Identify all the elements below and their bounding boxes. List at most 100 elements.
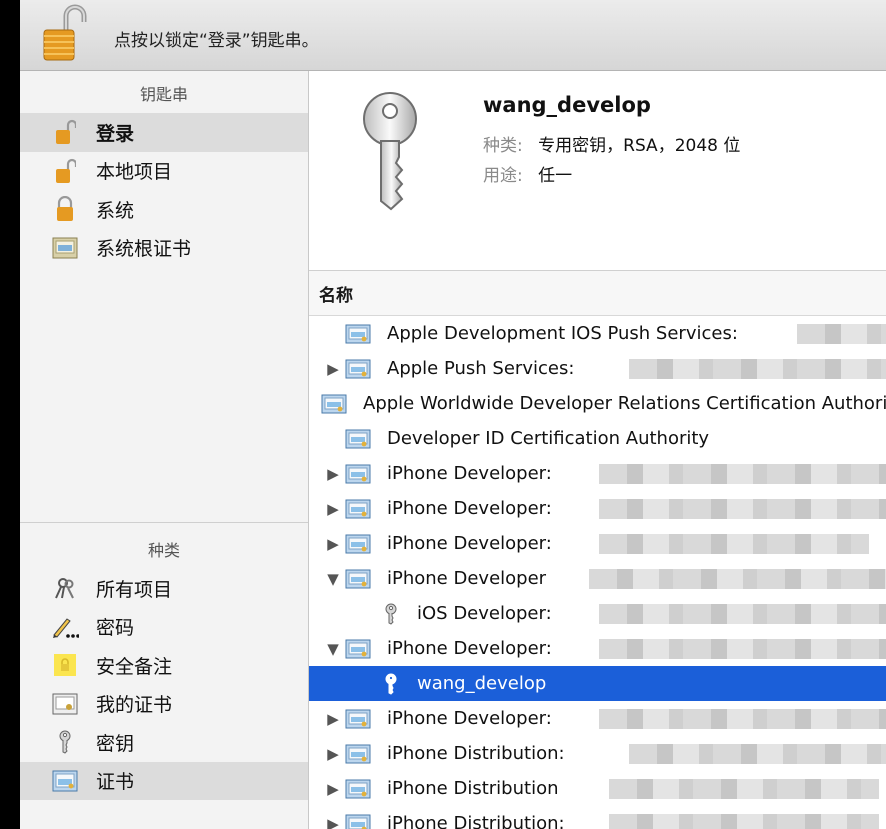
- sidebar-item-keys[interactable]: 密钥: [20, 723, 308, 762]
- certificate-icon: [345, 569, 387, 589]
- certificate-row[interactable]: ▼ iPhone Developer: [309, 561, 886, 596]
- certificate-icon: [50, 768, 80, 794]
- redacted-text: [599, 464, 886, 484]
- redacted-text: [609, 779, 879, 799]
- disclosure-collapsed-icon[interactable]: ▶: [321, 535, 345, 553]
- sidebar-item-login[interactable]: 登录: [20, 113, 308, 152]
- certificate-row[interactable]: ▶ iPhone Distribution:: [309, 806, 886, 829]
- sidebar-item-label: 密码: [96, 617, 135, 640]
- certificate-icon: [345, 499, 387, 519]
- keychain-item-list: 名称 Apple Development IOS Push Services: ▶…: [309, 271, 886, 829]
- certificate-row[interactable]: ▶ iPhone Developer:: [309, 701, 886, 736]
- disclosure-collapsed-icon[interactable]: ▶: [321, 780, 345, 798]
- certificate-row[interactable]: Apple Development IOS Push Services:: [309, 316, 886, 351]
- key-icon: [383, 673, 417, 695]
- row-label: iPhone Developer:: [387, 638, 552, 659]
- toolbar: 点按以锁定“登录”钥匙串。: [20, 0, 886, 71]
- sidebar-item-label: 登录: [96, 122, 135, 145]
- redacted-text: [589, 569, 886, 589]
- redacted-text: [599, 709, 886, 729]
- secure-note-icon: [50, 652, 80, 678]
- locked-padlock-icon: [50, 196, 80, 222]
- sidebar-item-label: 系统根证书: [96, 238, 192, 261]
- disclosure-collapsed-icon[interactable]: ▶: [321, 500, 345, 518]
- key-row[interactable]: wang_develop: [309, 666, 886, 701]
- redacted-text: [599, 604, 886, 624]
- sidebar-item-secure-notes[interactable]: 安全备注: [20, 646, 308, 685]
- certificate-icon: [345, 814, 387, 829]
- row-label: Apple Push Services:: [387, 358, 575, 379]
- disclosure-collapsed-icon[interactable]: ▶: [321, 465, 345, 483]
- certificate-row[interactable]: ▶ iPhone Developer:: [309, 491, 886, 526]
- row-label: Developer ID Certification Authority: [387, 428, 710, 449]
- certificate-icon: [345, 534, 387, 554]
- redacted-text: [609, 814, 879, 829]
- certificate-row[interactable]: ▶ iPhone Developer:: [309, 456, 886, 491]
- sidebar-item-system[interactable]: 系统: [20, 190, 308, 229]
- item-kind-row: 种类: 专用密钥，RSA，2048 位: [483, 131, 740, 156]
- row-label: iPhone Developer:: [387, 463, 552, 484]
- category-list: 所有项目 密码 安全备注 我的证书 密钥 证书: [20, 569, 308, 800]
- sidebar-item-label: 所有项目: [96, 578, 173, 601]
- row-label: iPhone Developer: [387, 568, 547, 589]
- sidebar-item-my-certificates[interactable]: 我的证书: [20, 685, 308, 724]
- unlocked-padlock-icon[interactable]: [30, 2, 90, 62]
- item-usage-value: 任一: [538, 166, 573, 186]
- certificate-row[interactable]: ▼ iPhone Developer:: [309, 631, 886, 666]
- disclosure-collapsed-icon[interactable]: ▶: [321, 360, 345, 378]
- certificate-icon: [345, 429, 387, 449]
- row-label: iPhone Distribution:: [387, 813, 565, 829]
- sidebar: 钥匙串 登录 本地项目 系统 系统根证书 种类 所有项目 密码 安全备注 我的证…: [20, 71, 309, 829]
- disclosure-expanded-icon[interactable]: ▼: [321, 570, 345, 588]
- item-rows: Apple Development IOS Push Services: ▶ App…: [309, 316, 886, 829]
- column-header-name[interactable]: 名称: [309, 271, 886, 316]
- certificate-icon: [345, 359, 387, 379]
- item-kind-value: 专用密钥，RSA，2048 位: [538, 136, 741, 156]
- key-row[interactable]: iOS Developer:: [309, 596, 886, 631]
- certificate-row[interactable]: Apple Worldwide Developer Relations Cert…: [309, 386, 886, 421]
- certificate-row[interactable]: ▶ iPhone Distribution:: [309, 736, 886, 771]
- disclosure-expanded-icon[interactable]: ▼: [321, 640, 345, 658]
- certificate-row[interactable]: ▶ iPhone Distribution: [309, 771, 886, 806]
- redacted-text: [629, 359, 886, 379]
- large-key-icon: [355, 91, 425, 211]
- certificate-icon: [345, 639, 387, 659]
- certificate-icon: [345, 464, 387, 484]
- redacted-text: [797, 324, 886, 344]
- redacted-text: [599, 534, 869, 554]
- row-label: iPhone Developer:: [387, 708, 552, 729]
- row-label: iOS Developer:: [417, 603, 552, 624]
- certificate-row[interactable]: ▶ iPhone Developer:: [309, 526, 886, 561]
- sidebar-item-local-items[interactable]: 本地项目: [20, 152, 308, 191]
- disclosure-collapsed-icon[interactable]: ▶: [321, 710, 345, 728]
- row-label: Apple Worldwide Developer Relations Cert…: [363, 393, 886, 414]
- certificate-row[interactable]: ▶ Apple Push Services:: [309, 351, 886, 386]
- sidebar-item-label: 系统: [96, 199, 135, 222]
- all-items-icon: [50, 575, 80, 601]
- redacted-text: [599, 499, 886, 519]
- certificate-icon: [345, 779, 387, 799]
- sidebar-item-certificates[interactable]: 证书: [20, 761, 308, 800]
- certificate-icon: [345, 324, 387, 344]
- sidebar-item-system-roots[interactable]: 系统根证书: [20, 229, 308, 268]
- item-name: wang_develop: [483, 93, 651, 117]
- row-label: iPhone Distribution:: [387, 743, 565, 764]
- certificate-cabinet-icon: [50, 235, 80, 261]
- sidebar-item-passwords[interactable]: 密码: [20, 608, 308, 647]
- unlocked-padlock-icon: [50, 119, 80, 145]
- keychain-list: 登录 本地项目 系统 系统根证书: [20, 113, 308, 267]
- sidebar-item-label: 我的证书: [96, 694, 173, 717]
- row-label: iPhone Developer:: [387, 498, 552, 519]
- certificate-icon: [345, 709, 387, 729]
- certificate-row[interactable]: Developer ID Certification Authority: [309, 421, 886, 456]
- certificate-icon: [345, 744, 387, 764]
- sidebar-item-label: 密钥: [96, 732, 135, 755]
- sidebar-item-all-items[interactable]: 所有项目: [20, 569, 308, 608]
- item-usage-row: 用途: 任一: [483, 161, 572, 186]
- disclosure-collapsed-icon[interactable]: ▶: [321, 815, 345, 829]
- row-label: Apple Development IOS Push Services:: [387, 323, 738, 344]
- disclosure-collapsed-icon[interactable]: ▶: [321, 745, 345, 763]
- sidebar-item-label: 安全备注: [96, 655, 173, 678]
- keychains-header: 钥匙串: [139, 85, 188, 104]
- redacted-text: [629, 744, 886, 764]
